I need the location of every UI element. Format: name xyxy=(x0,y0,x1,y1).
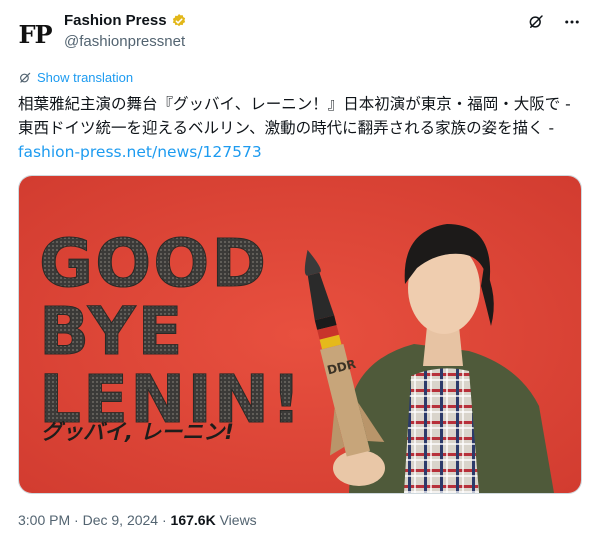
tweet-date[interactable]: Dec 9, 2024 xyxy=(83,512,159,528)
poster-title-line1: GOOD xyxy=(39,225,268,302)
verified-badge-icon xyxy=(172,13,185,26)
more-icon[interactable] xyxy=(562,12,582,32)
tweet-time[interactable]: 3:00 PM xyxy=(18,512,70,528)
tweet-text: 相葉雅紀主演の舞台『グッバイ、レーニン！』日本初演が東京・福岡・大阪で - 東西… xyxy=(18,92,584,164)
author-name[interactable]: Fashion Press xyxy=(64,12,167,29)
views-label: Views xyxy=(215,512,257,528)
translate-icon xyxy=(20,72,31,83)
meta-separator: · xyxy=(158,512,171,528)
meta-separator: · xyxy=(70,512,83,528)
poster-subtitle-jp: グッバイ, レーニン! xyxy=(41,420,234,444)
author-name-row: Fashion Press xyxy=(64,12,187,29)
poster-image: GOOD BYE LENIN! グッバイ, レーニン! DDR xyxy=(19,176,581,493)
author-handle[interactable]: @fashionpressnet xyxy=(64,33,185,50)
tweet-meta: 3:00 PM · Dec 9, 2024 · 167.6K Views xyxy=(18,512,257,528)
poster-title-line2: BYE xyxy=(39,293,185,370)
show-translation-link[interactable]: Show translation xyxy=(18,70,133,85)
show-translation-label: Show translation xyxy=(37,70,134,85)
tweet-body: 相葉雅紀主演の舞台『グッバイ、レーニン！』日本初演が東京・福岡・大阪で - 東西… xyxy=(18,95,571,137)
tweet-link[interactable]: fashion-press.net/news/127573 xyxy=(18,143,262,161)
views-count: 167.6K xyxy=(170,512,216,528)
media-image[interactable]: GOOD BYE LENIN! グッバイ, レーニン! DDR xyxy=(18,175,582,494)
tweet-actions xyxy=(526,12,582,32)
grok-icon[interactable] xyxy=(526,12,546,32)
avatar[interactable]: FP xyxy=(14,13,56,55)
